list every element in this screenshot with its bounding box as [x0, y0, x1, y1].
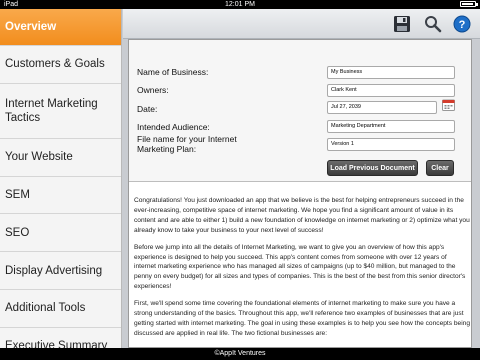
sidebar-nav: Overview Customers & Goals Internet Mark…	[0, 9, 122, 348]
svg-text:?: ?	[459, 19, 466, 31]
sidebar-item-label: Display Advertising	[5, 264, 103, 277]
owners-label: Owners:	[137, 85, 169, 95]
date-field[interactable]: Jul 27, 2039	[327, 101, 437, 114]
calendar-icon[interactable]	[442, 99, 455, 111]
audience-label: Intended Audience:	[137, 122, 210, 132]
sidebar-item-customers-goals[interactable]: Customers & Goals	[0, 46, 121, 84]
date-label: Date:	[137, 104, 158, 114]
owners-field[interactable]: Clark Kent	[327, 84, 455, 97]
sidebar-item-label: SEM	[5, 188, 30, 201]
sidebar-item-executive-summary[interactable]: Executive Summary	[0, 328, 121, 348]
plan-info-form: Name of Business: My Business Owners: Cl…	[129, 40, 471, 182]
filename-field[interactable]: Version 1	[327, 138, 455, 151]
status-bar: iPad 12:01 PM	[0, 0, 480, 9]
sidebar-item-internet-marketing-tactics[interactable]: Internet Marketing Tactics	[0, 84, 121, 139]
sidebar-item-label: Additional Tools	[5, 302, 86, 315]
clock: 12:01 PM	[225, 1, 255, 8]
sidebar-item-label: SEO	[5, 226, 30, 239]
help-icon[interactable]: ?	[453, 15, 471, 33]
sidebar-item-display-advertising[interactable]: Display Advertising	[0, 252, 121, 290]
toolbar: ?	[123, 9, 480, 39]
sidebar-item-overview[interactable]: Overview	[0, 9, 121, 46]
paragraph: First, we'll spend some time covering th…	[134, 300, 470, 337]
sidebar-item-label: Customers & Goals	[5, 58, 105, 71]
business-name-label: Name of Business:	[137, 67, 209, 77]
save-icon[interactable]	[393, 15, 411, 33]
sidebar-item-label: Overview	[5, 21, 57, 33]
sidebar-item-your-website[interactable]: Your Website	[0, 139, 121, 177]
footer: ©AppIt Ventures	[0, 348, 480, 360]
load-previous-document-button[interactable]: Load Previous Document	[327, 160, 418, 176]
sidebar-item-label: Your Website	[5, 151, 73, 164]
sidebar-item-additional-tools[interactable]: Additional Tools	[0, 290, 121, 328]
battery-icon	[460, 1, 478, 7]
sidebar-item-label: Executive Summary	[5, 340, 108, 348]
copyright-text: ©AppIt Ventures	[214, 350, 266, 357]
sidebar-item-seo[interactable]: SEO	[0, 214, 121, 253]
overview-text: Congratulations! You just downloaded an …	[134, 196, 470, 346]
audience-field[interactable]: Marketing Department	[327, 120, 455, 133]
clear-button[interactable]: Clear	[426, 160, 454, 176]
sidebar-item-label: Internet Marketing Tactics	[5, 97, 98, 124]
search-icon[interactable]	[424, 15, 442, 33]
paragraph: Congratulations! You just downloaded an …	[134, 197, 470, 234]
business-name-field[interactable]: My Business	[327, 66, 455, 79]
sidebar-item-sem[interactable]: SEM	[0, 177, 121, 215]
main-content: Name of Business: My Business Owners: Cl…	[128, 39, 472, 348]
paragraph: Before we jump into all the details of I…	[134, 243, 466, 291]
filename-label: File name for your Internet Marketing Pl…	[137, 134, 237, 154]
